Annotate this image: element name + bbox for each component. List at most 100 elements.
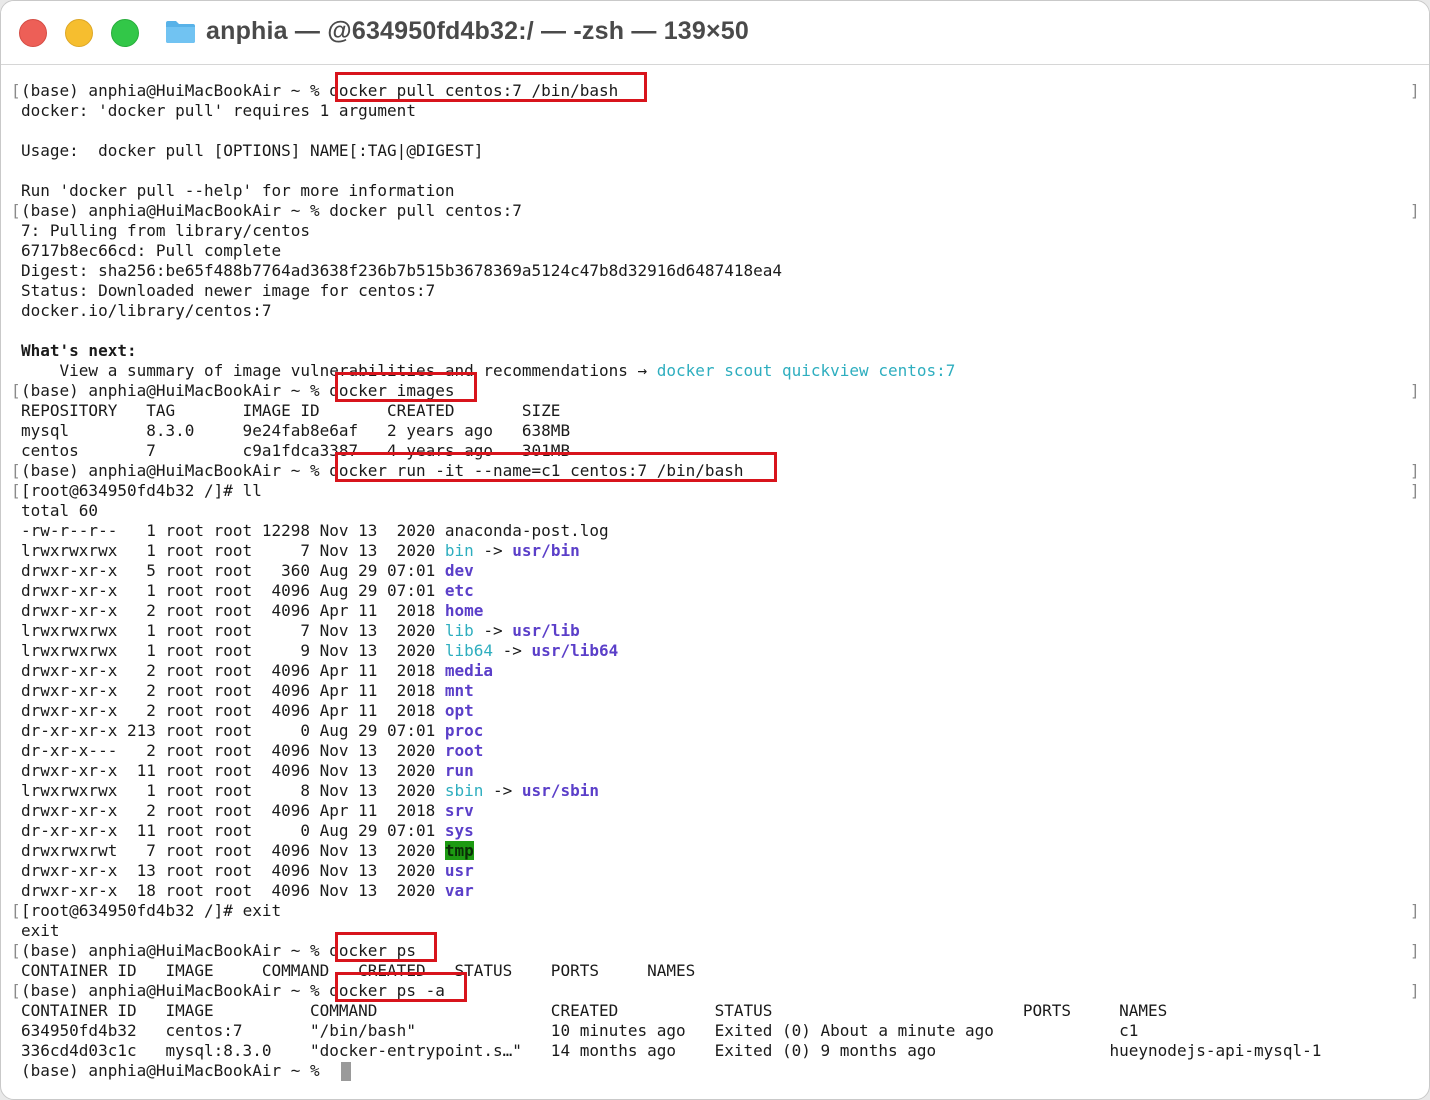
images-table-row: REPOSITORY TAG IMAGE ID CREATED SIZE xyxy=(21,401,561,420)
ls-meta: drwxr-xr-x 2 root root 4096 Apr 11 2018 xyxy=(21,681,445,700)
ls-arrow: -> xyxy=(473,541,513,560)
ls-row: dr-xr-x--- 2 root root 4096 Nov 13 2020 … xyxy=(21,741,483,761)
help-line: Run 'docker pull --help' for more inform… xyxy=(21,181,454,201)
ls-meta: drwxr-xr-x 13 root root 4096 Nov 13 2020 xyxy=(21,861,445,880)
ls-arrow: -> xyxy=(493,641,532,660)
ls-row: -rw-r--r-- 1 root root 12298 Nov 13 2020… xyxy=(21,521,609,541)
ls-dir-name: etc xyxy=(444,581,474,600)
shell-prompt: (base) anphia@HuiMacBookAir ~ % xyxy=(21,381,330,400)
usage-line: Usage: docker pull [OPTIONS] NAME[:TAG|@… xyxy=(21,141,483,161)
line-mark-right: ] xyxy=(1410,481,1420,500)
ls-row: drwxr-xr-x 11 root root 4096 Nov 13 2020… xyxy=(21,761,474,781)
images-row: mysql 8.3.0 9e24fab8e6af 2 years ago 638… xyxy=(21,421,570,441)
ls-row: dr-xr-xr-x 11 root root 0 Aug 29 07:01 s… xyxy=(21,821,474,841)
ls-dir-name: usr xyxy=(444,861,474,880)
line-mark-right: ] xyxy=(1410,81,1420,100)
line-mark-left: [ xyxy=(11,901,21,920)
line-mark-left: [ xyxy=(11,461,21,480)
ls-dir-name: dev xyxy=(444,561,474,580)
pull-output: Digest: sha256:be65f488b7764ad3638f236b7… xyxy=(21,261,782,280)
ls-dir-name: media xyxy=(444,661,494,680)
close-button[interactable] xyxy=(19,19,47,47)
ls-symlink-name: bin xyxy=(444,541,474,560)
maximize-button[interactable] xyxy=(111,19,139,47)
root-prompt: [root@634950fd4b32 /]# xyxy=(21,901,243,920)
total-text: total 60 xyxy=(21,501,99,520)
total-line: total 60 xyxy=(21,501,98,521)
ls-meta: lrwxrwxrwx 1 root root 7 Nov 13 2020 xyxy=(21,541,445,560)
ls-dir-name: run xyxy=(444,761,474,780)
line-mark-right: ] xyxy=(1410,201,1420,220)
ls-meta: drwxr-xr-x 11 root root 4096 Nov 13 2020 xyxy=(21,761,445,780)
ls-meta: drwxr-xr-x 5 root root 360 Aug 29 07:01 xyxy=(21,561,445,580)
ls-row: drwxr-xr-x 2 root root 4096 Apr 11 2018 … xyxy=(21,801,474,821)
ls-meta: dr-xr-x--- 2 root root 4096 Nov 13 2020 xyxy=(21,741,445,760)
images-row: REPOSITORY TAG IMAGE ID CREATED SIZE xyxy=(21,401,560,421)
images-table-row: mysql 8.3.0 9e24fab8e6af 2 years ago 638… xyxy=(21,421,571,440)
ls-dir-name: root xyxy=(444,741,484,760)
cmd-docker-pull: (base) anphia@HuiMacBookAir ~ % docker p… xyxy=(21,201,522,221)
ls-row: drwxr-xr-x 5 root root 360 Aug 29 07:01 … xyxy=(21,561,474,581)
line-mark-left: [ xyxy=(11,381,21,400)
whats-next-line: What's next: xyxy=(21,341,137,361)
cmd-docker-pull-bad-highlight xyxy=(335,72,647,102)
pull-output-line: 6717b8ec66cd: Pull complete xyxy=(21,241,281,261)
ls-dir-name: var xyxy=(444,881,474,900)
ls-symlink-target: usr/bin xyxy=(512,541,580,560)
line-mark-right: ] xyxy=(1410,901,1420,920)
ps-a-table-row: CONTAINER ID IMAGE COMMAND CREATED STATU… xyxy=(21,1001,1168,1020)
ps-a-row: 634950fd4b32 centos:7 "/bin/bash" 10 min… xyxy=(21,1021,1138,1041)
ls-meta: lrwxrwxrwx 1 root root 8 Nov 13 2020 xyxy=(21,781,445,800)
ls-row: lrwxrwxrwx 1 root root 7 Nov 13 2020 lib… xyxy=(21,621,580,641)
pull-output: Status: Downloaded newer image for cento… xyxy=(21,281,436,300)
scout-line: View a summary of image vulnerabilities … xyxy=(21,361,956,381)
cmd-docker-ps-a-highlight xyxy=(335,972,467,1002)
ls-meta: drwxr-xr-x 2 root root 4096 Apr 11 2018 xyxy=(21,601,445,620)
cmd-exit: [root@634950fd4b32 /]# exit xyxy=(21,901,281,921)
ls-dir-name: mnt xyxy=(444,681,474,700)
error-line: docker: 'docker pull' requires 1 argumen… xyxy=(21,101,416,121)
exit-echo-line: exit xyxy=(21,921,60,941)
ls-symlink-target: usr/lib xyxy=(512,621,580,640)
title-bar[interactable]: anphia — @634950fd4b32:/ — -zsh — 139×50 xyxy=(1,1,1429,65)
text-cursor xyxy=(341,1062,351,1081)
line-mark-left: [ xyxy=(11,981,21,1000)
line-mark-right: ] xyxy=(1410,381,1420,400)
ls-row: drwxr-xr-x 2 root root 4096 Apr 11 2018 … xyxy=(21,681,474,701)
command-text: docker pull centos:7 xyxy=(329,201,522,220)
help-text: Run 'docker pull --help' for more inform… xyxy=(21,181,455,200)
ls-meta: lrwxrwxrwx 1 root root 9 Nov 13 2020 xyxy=(21,641,445,660)
ls-arrow: -> xyxy=(483,781,522,800)
ls-row: drwxrwxrwt 7 root root 4096 Nov 13 2020 … xyxy=(21,841,474,861)
cmd-docker-ps-highlight xyxy=(335,932,437,962)
usage-text: Usage: docker pull [OPTIONS] NAME[:TAG|@… xyxy=(21,141,484,160)
folder-icon xyxy=(166,21,195,43)
minimize-button[interactable] xyxy=(65,19,93,47)
cmd-docker-images-highlight xyxy=(335,372,477,402)
ls-symlink-target: usr/lib64 xyxy=(531,641,619,660)
ls-row: lrwxrwxrwx 1 root root 9 Nov 13 2020 lib… xyxy=(21,641,618,661)
ls-dir-name: sys xyxy=(444,821,474,840)
line-mark-left: [ xyxy=(11,201,21,220)
ls-symlink-target: usr/sbin xyxy=(521,781,599,800)
pull-output-line: Status: Downloaded newer image for cento… xyxy=(21,281,435,301)
window-title: anphia — @634950fd4b32:/ — -zsh — 139×50 xyxy=(206,17,750,45)
ps-a-table-row: 634950fd4b32 centos:7 "/bin/bash" 10 min… xyxy=(21,1021,1139,1040)
command-text: exit xyxy=(242,901,282,920)
ls-meta: lrwxrwxrwx 1 root root 7 Nov 13 2020 xyxy=(21,621,445,640)
pull-output: 6717b8ec66cd: Pull complete xyxy=(21,241,282,260)
pull-output-line: docker.io/library/centos:7 xyxy=(21,301,271,321)
ls-symlink-name: lib xyxy=(444,621,474,640)
ls-row: drwxr-xr-x 2 root root 4096 Apr 11 2018 … xyxy=(21,601,483,621)
pull-output: 7: Pulling from library/centos xyxy=(21,221,310,240)
ls-meta: dr-xr-xr-x 213 root root 0 Aug 29 07:01 xyxy=(21,721,445,740)
cmd-docker-run-highlight xyxy=(335,452,777,482)
ls-meta: drwxr-xr-x 1 root root 4096 Aug 29 07:01 xyxy=(21,581,445,600)
shell-prompt: (base) anphia@HuiMacBookAir ~ % xyxy=(21,941,330,960)
ls-row: lrwxrwxrwx 1 root root 8 Nov 13 2020 sbi… xyxy=(21,781,599,801)
ls-meta: -rw-r--r-- 1 root root 12298 Nov 13 2020 xyxy=(21,521,445,540)
shell-prompt: (base) anphia@HuiMacBookAir ~ % xyxy=(21,461,330,480)
ls-meta: drwxr-xr-x 18 root root 4096 Nov 13 2020 xyxy=(21,881,445,900)
line-mark-left: [ xyxy=(11,481,21,500)
exit-echo: exit xyxy=(21,921,60,940)
